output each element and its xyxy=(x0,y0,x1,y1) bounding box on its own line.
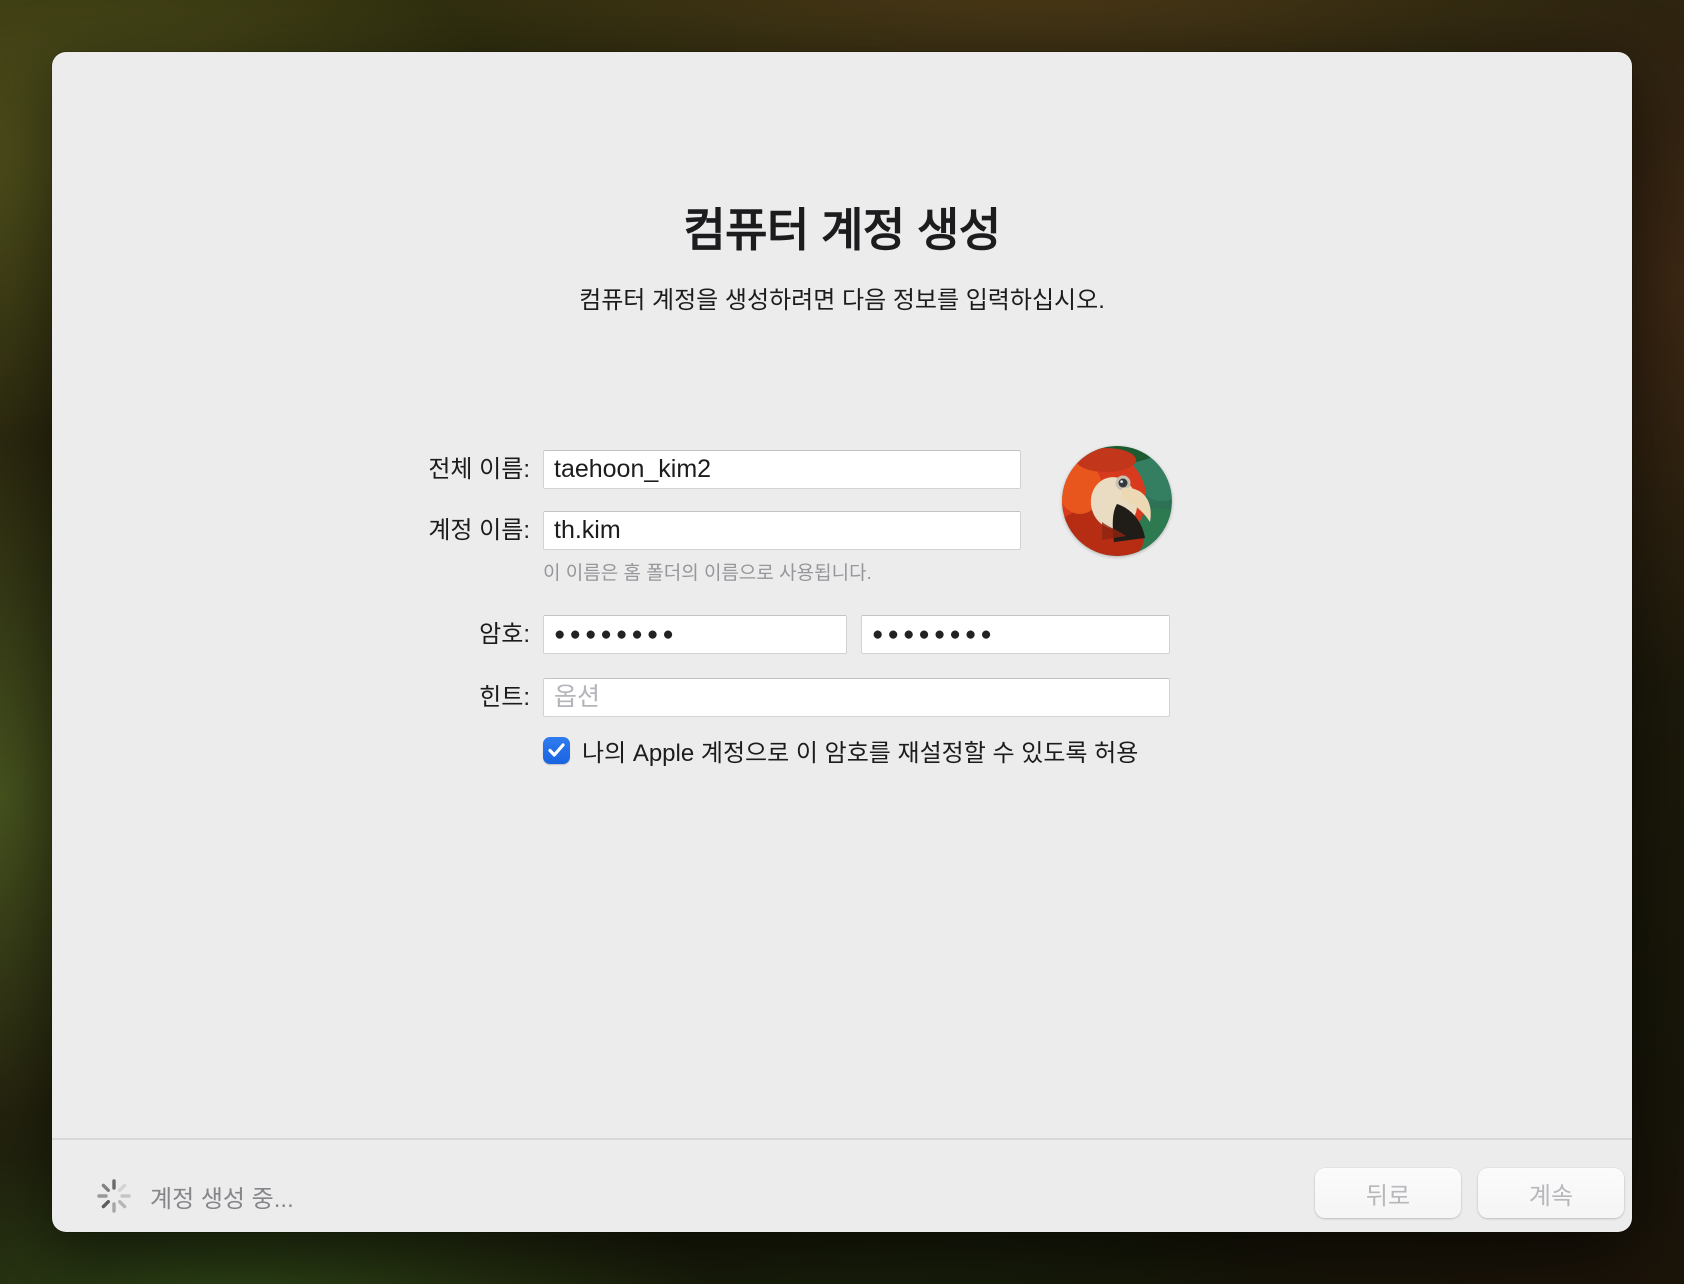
page-title: 컴퓨터 계정 생성 xyxy=(52,194,1632,260)
footer-divider xyxy=(52,1138,1632,1140)
password-input[interactable] xyxy=(543,615,847,654)
apple-reset-label: 나의 Apple 계정으로 이 암호를 재설정할 수 있도록 허용 xyxy=(582,733,1138,768)
apple-reset-checkbox[interactable] xyxy=(543,737,570,764)
hint-input[interactable] xyxy=(543,678,1170,717)
account-name-helper: 이 이름은 홈 폴더의 이름으로 사용됩니다. xyxy=(543,558,872,585)
status-row: 계정 생성 중... xyxy=(96,1178,294,1214)
page-subtitle: 컴퓨터 계정을 생성하려면 다음 정보를 입력하십시오. xyxy=(52,280,1632,315)
status-text: 계정 생성 중... xyxy=(150,1179,294,1214)
hint-label: 힌트: xyxy=(302,678,530,717)
account-name-input[interactable] xyxy=(543,511,1021,550)
back-button[interactable]: 뒤로 xyxy=(1315,1168,1461,1218)
password-verify-input[interactable] xyxy=(861,615,1170,654)
full-name-input[interactable] xyxy=(543,450,1021,489)
continue-button[interactable]: 계속 xyxy=(1478,1168,1624,1218)
parrot-avatar-image xyxy=(1062,446,1172,556)
full-name-label: 전체 이름: xyxy=(302,450,530,489)
spinner-icon xyxy=(96,1178,132,1214)
checkmark-icon xyxy=(548,743,565,757)
account-name-label: 계정 이름: xyxy=(302,511,530,550)
apple-reset-row: 나의 Apple 계정으로 이 암호를 재설정할 수 있도록 허용 xyxy=(543,735,1138,765)
password-label: 암호: xyxy=(302,615,530,654)
account-avatar[interactable] xyxy=(1062,446,1172,556)
setup-assistant-window: 컴퓨터 계정 생성 컴퓨터 계정을 생성하려면 다음 정보를 입력하십시오. 전… xyxy=(52,52,1632,1232)
